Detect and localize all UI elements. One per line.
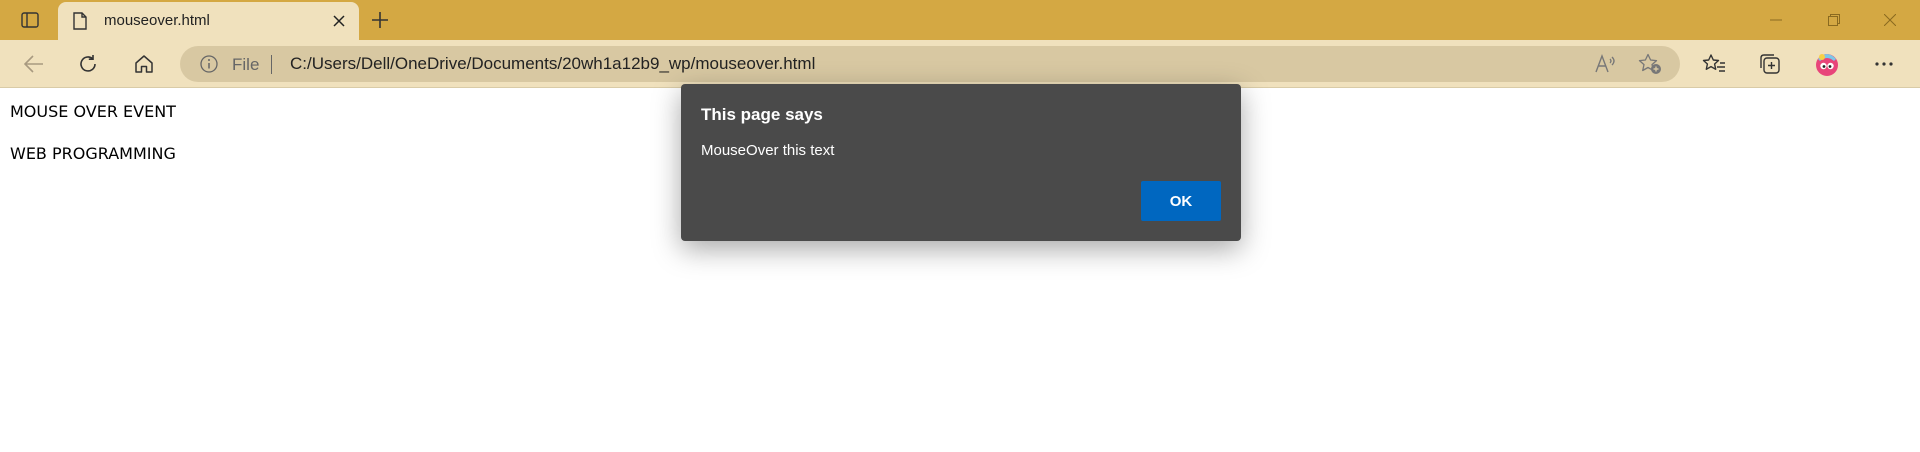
address-bar[interactable]: File C:/Users/Dell/OneDrive/Documents/20… xyxy=(180,46,1680,82)
url-text[interactable]: C:/Users/Dell/OneDrive/Documents/20wh1a1… xyxy=(290,54,815,74)
add-favorite-icon xyxy=(1638,53,1661,74)
window-close-button[interactable] xyxy=(1862,0,1918,40)
favorites-icon xyxy=(1702,54,1725,72)
tab-actions-button[interactable] xyxy=(14,8,46,32)
back-arrow-icon xyxy=(24,55,43,73)
read-aloud-icon xyxy=(1595,54,1615,73)
browser-toolbar: File C:/Users/Dell/OneDrive/Documents/20… xyxy=(0,40,1920,88)
add-favorite-button[interactable] xyxy=(1638,52,1662,76)
close-icon xyxy=(333,15,345,27)
profile-button[interactable] xyxy=(1811,48,1843,80)
more-button[interactable] xyxy=(1868,48,1900,80)
minimize-button[interactable] xyxy=(1748,0,1804,40)
page-icon xyxy=(73,12,87,30)
tab-close-button[interactable] xyxy=(327,9,351,33)
tab-actions-icon xyxy=(21,12,39,28)
alert-dialog: This page says MouseOver this text OK xyxy=(681,84,1241,241)
refresh-icon xyxy=(80,55,96,72)
back-button[interactable] xyxy=(18,48,50,80)
heading-mouse-over-event[interactable]: MOUSE OVER EVENT xyxy=(10,102,176,121)
favorites-button[interactable] xyxy=(1698,48,1730,80)
plus-icon xyxy=(372,12,388,28)
heading-web-programming: WEB PROGRAMMING xyxy=(10,144,176,163)
address-separator xyxy=(271,55,272,74)
dialog-message: MouseOver this text xyxy=(701,142,835,159)
restore-icon xyxy=(1828,14,1840,26)
profile-avatar-icon xyxy=(1816,54,1838,76)
info-icon[interactable] xyxy=(200,55,218,73)
refresh-button[interactable] xyxy=(72,48,104,80)
dialog-title: This page says xyxy=(701,105,823,124)
more-icon xyxy=(1875,62,1893,66)
active-tab[interactable]: mouseover.html xyxy=(58,2,359,40)
home-icon xyxy=(135,55,153,73)
collections-icon xyxy=(1760,54,1780,74)
collections-button[interactable] xyxy=(1754,48,1786,80)
home-button[interactable] xyxy=(128,48,160,80)
new-tab-button[interactable] xyxy=(366,6,394,34)
minimize-icon xyxy=(1770,19,1782,21)
restore-button[interactable] xyxy=(1806,0,1862,40)
ok-button[interactable]: OK xyxy=(1141,181,1221,221)
scheme-label: File xyxy=(232,55,260,74)
read-aloud-button[interactable] xyxy=(1594,52,1618,76)
tab-title: mouseover.html xyxy=(104,12,210,29)
window-close-icon xyxy=(1884,14,1896,26)
tab-strip: mouseover.html xyxy=(0,0,1920,40)
